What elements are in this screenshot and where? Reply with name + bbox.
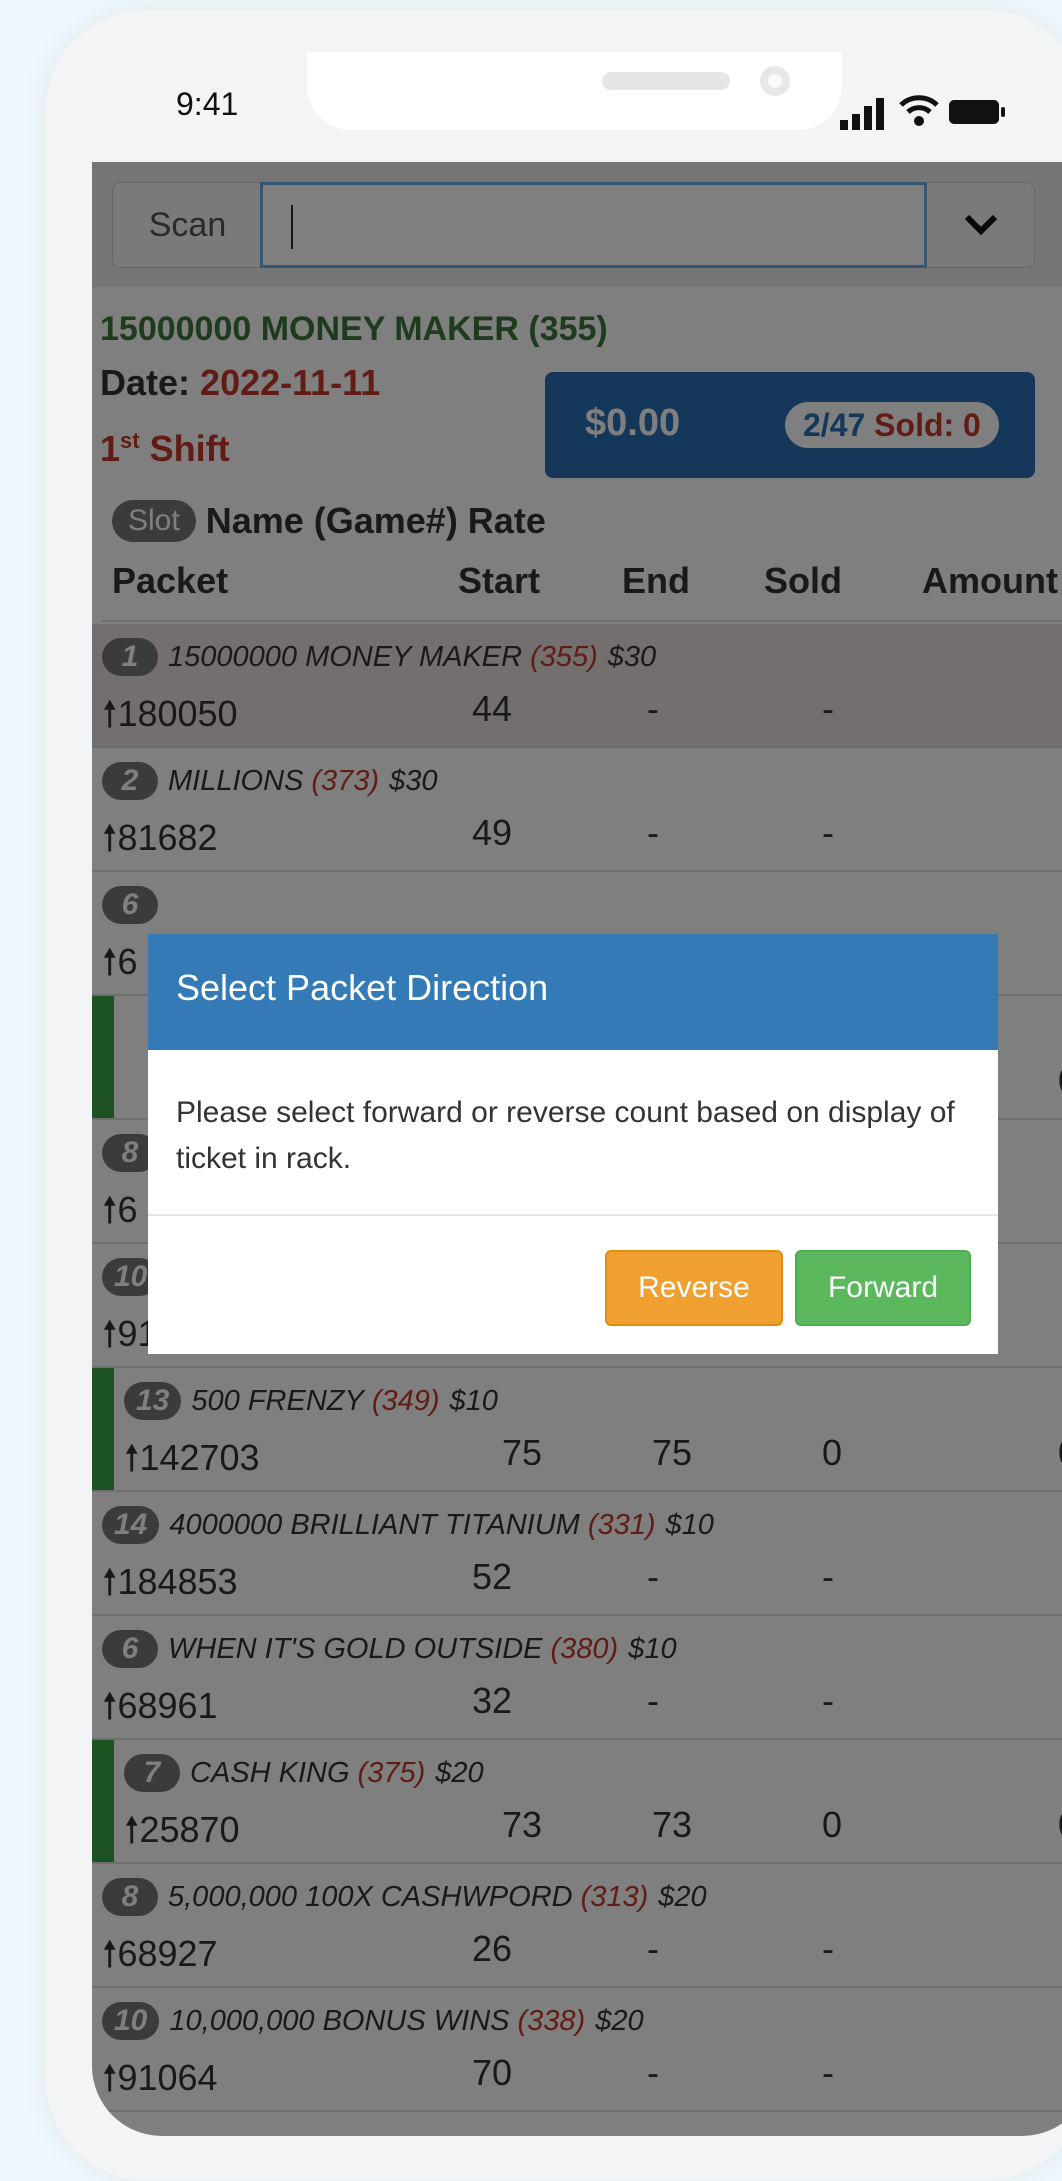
modal-title: Select Packet Direction <box>148 934 998 1050</box>
app-content: Scan 15000000 MONEY MAKER (355) Date: 20… <box>92 162 1062 2136</box>
wifi-icon <box>899 95 939 126</box>
forward-button[interactable]: Forward <box>795 1250 971 1326</box>
direction-modal: Select Packet Direction Please select fo… <box>148 934 998 1354</box>
status-bar: 9:41 <box>92 52 1062 162</box>
signal-icon <box>840 98 884 130</box>
notch <box>307 52 842 130</box>
phone-screen: 9:41 Scan <box>92 52 1062 2136</box>
reverse-button[interactable]: Reverse <box>605 1250 783 1326</box>
status-time: 9:41 <box>176 86 239 122</box>
modal-footer: Reverse Forward <box>605 1250 971 1326</box>
speaker <box>602 72 730 90</box>
battery-icon <box>949 100 1005 124</box>
modal-body-text: Please select forward or reverse count b… <box>148 1050 998 1216</box>
camera <box>760 66 790 96</box>
